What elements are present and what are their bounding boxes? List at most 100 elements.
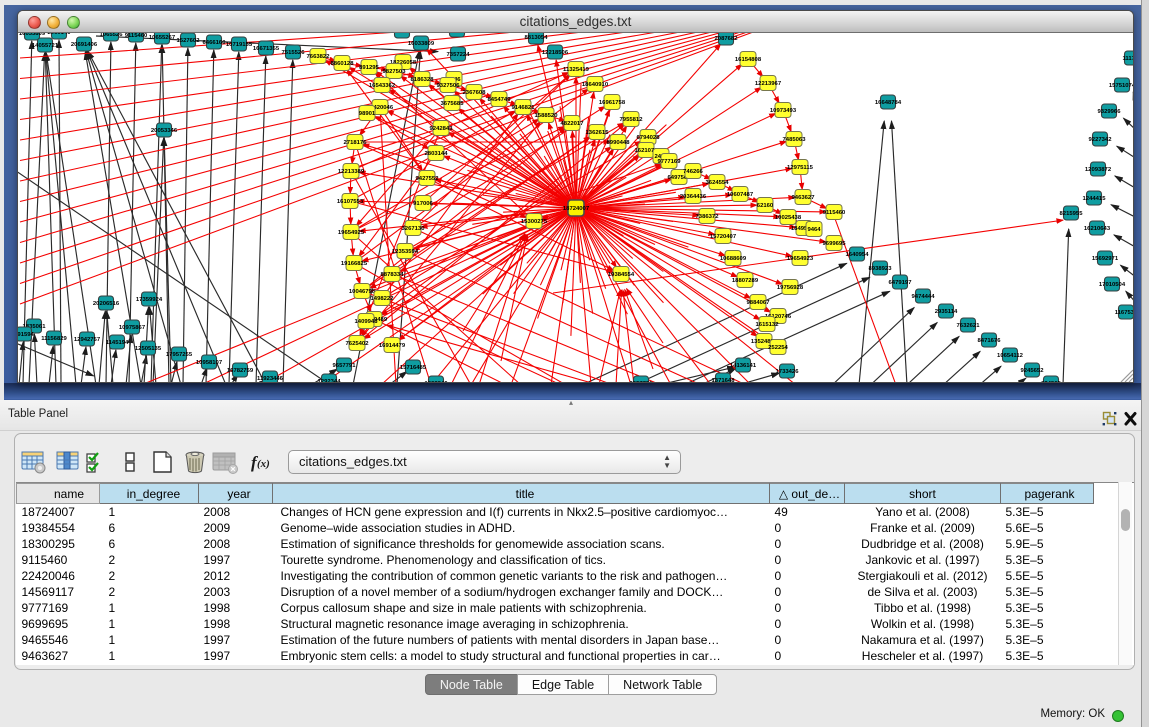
svg-text:2069140: 2069140 xyxy=(48,33,72,36)
svg-text:16671355: 16671355 xyxy=(253,46,280,52)
svg-text:7386372: 7386372 xyxy=(696,214,720,220)
svg-text:10655267: 10655267 xyxy=(149,35,176,41)
svg-text:12218506: 12218506 xyxy=(542,50,569,56)
svg-text:391594: 391594 xyxy=(18,332,35,338)
svg-text:1409948: 1409948 xyxy=(355,319,379,325)
svg-text:12975115: 12975115 xyxy=(787,165,814,171)
svg-text:8860128: 8860128 xyxy=(331,61,355,67)
svg-text:7357224: 7357224 xyxy=(447,52,471,58)
svg-text:9463627: 9463627 xyxy=(792,195,816,201)
svg-text:(x): (x) xyxy=(257,458,270,470)
svg-text:10719155: 10719155 xyxy=(226,42,253,48)
svg-text:19756928: 19756928 xyxy=(777,285,804,291)
svg-text:6479197: 6479197 xyxy=(889,280,913,286)
svg-text:924565: 924565 xyxy=(1041,381,1061,383)
svg-text:4822017: 4822017 xyxy=(561,121,585,127)
svg-text:7515526: 7515526 xyxy=(282,50,306,56)
svg-text:20364436: 20364436 xyxy=(680,194,707,200)
svg-text:98901: 98901 xyxy=(359,111,376,117)
svg-text:19166825: 19166825 xyxy=(341,261,368,267)
svg-text:10025438: 10025438 xyxy=(775,215,802,221)
svg-text:12213967: 12213967 xyxy=(755,81,782,87)
svg-text:15720407: 15720407 xyxy=(710,234,737,240)
svg-text:9327506: 9327506 xyxy=(437,83,461,89)
svg-text:6794028: 6794028 xyxy=(637,135,661,141)
svg-text:2803144: 2803144 xyxy=(425,151,449,157)
svg-text:10046798: 10046798 xyxy=(349,289,376,295)
svg-text:11923446: 11923446 xyxy=(257,376,284,382)
svg-text:10688609: 10688609 xyxy=(720,256,747,262)
svg-text:16961758: 16961758 xyxy=(599,100,626,106)
svg-text:18640910: 18640910 xyxy=(582,82,609,88)
svg-text:3267130: 3267130 xyxy=(402,226,426,232)
svg-text:1615132: 1615132 xyxy=(756,322,780,328)
svg-text:1362615: 1362615 xyxy=(586,130,610,136)
svg-text:10607487: 10607487 xyxy=(727,192,754,198)
svg-text:16154808: 16154808 xyxy=(735,57,762,63)
svg-text:891295: 891295 xyxy=(359,65,379,71)
svg-text:8454749: 8454749 xyxy=(488,97,512,103)
svg-text:16107553: 16107553 xyxy=(337,199,364,205)
svg-text:16033809: 16033809 xyxy=(19,33,46,37)
svg-text:10975867: 10975867 xyxy=(119,325,146,331)
svg-text:1145194: 1145194 xyxy=(106,340,129,346)
svg-text:9245652: 9245652 xyxy=(1021,368,1045,374)
svg-text:7663822: 7663822 xyxy=(307,54,331,60)
svg-text:2718176: 2718176 xyxy=(344,140,368,146)
svg-text:9464: 9464 xyxy=(807,227,821,233)
svg-text:3675685: 3675685 xyxy=(441,101,465,107)
svg-text:7485063: 7485063 xyxy=(783,137,807,143)
svg-text:8471676: 8471676 xyxy=(978,338,1002,344)
svg-text:16914479: 16914479 xyxy=(379,343,406,349)
svg-text:8878334: 8878334 xyxy=(381,272,405,278)
svg-text:11156829: 11156829 xyxy=(41,336,67,342)
svg-text:10958107: 10958107 xyxy=(196,360,223,366)
svg-text:16648784: 16648784 xyxy=(875,100,902,106)
svg-text:2935114: 2935114 xyxy=(935,309,958,315)
svg-text:1733426: 1733426 xyxy=(776,369,800,375)
svg-text:10654112: 10654112 xyxy=(997,353,1024,359)
svg-text:1292344: 1292344 xyxy=(318,379,342,383)
svg-text:17359924: 17359924 xyxy=(136,297,163,303)
svg-text:9242843: 9242843 xyxy=(430,126,454,132)
svg-text:9657791: 9657791 xyxy=(630,381,654,383)
svg-text:8990448: 8990448 xyxy=(607,140,631,146)
svg-text:15751074: 15751074 xyxy=(1109,83,1134,89)
svg-text:20206516: 20206516 xyxy=(93,301,120,307)
svg-text:1292346: 1292346 xyxy=(425,381,449,383)
svg-text:8938923: 8938923 xyxy=(869,266,893,272)
svg-text:15300275: 15300275 xyxy=(521,219,548,225)
svg-text:18807289: 18807289 xyxy=(732,278,759,284)
svg-text:16782759: 16782759 xyxy=(227,368,254,374)
svg-text:1498222: 1498222 xyxy=(371,296,395,302)
svg-text:1588520: 1588520 xyxy=(535,113,559,119)
svg-text:1527602: 1527602 xyxy=(177,38,201,44)
svg-text:1065526: 1065526 xyxy=(100,33,124,38)
svg-text:2087682: 2087682 xyxy=(715,36,739,42)
svg-text:19384554: 19384554 xyxy=(608,272,635,278)
svg-text:18724007: 18724007 xyxy=(563,206,590,212)
svg-text:12505135: 12505135 xyxy=(135,346,162,352)
svg-text:252254: 252254 xyxy=(768,345,788,351)
svg-text:17010504: 17010504 xyxy=(1099,282,1126,288)
svg-text:6466160: 6466160 xyxy=(203,40,227,46)
svg-text:14136141: 14136141 xyxy=(730,363,757,369)
svg-text:1640954: 1640954 xyxy=(846,252,870,258)
svg-text:9227342: 9227342 xyxy=(1089,137,1113,143)
svg-text:7625402: 7625402 xyxy=(346,341,370,347)
svg-text:16033809: 16033809 xyxy=(408,41,435,47)
svg-text:111753: 111753 xyxy=(1122,56,1134,62)
svg-text:9115460: 9115460 xyxy=(125,33,148,39)
svg-text:917006: 917006 xyxy=(413,201,433,207)
svg-text:15716485: 15716485 xyxy=(400,365,427,371)
svg-text:9827503: 9827503 xyxy=(383,69,407,75)
svg-text:1167533: 1167533 xyxy=(1115,310,1134,316)
svg-text:8813054: 8813054 xyxy=(525,35,549,41)
svg-text:15692971: 15692971 xyxy=(1092,256,1119,262)
svg-text:10973493: 10973493 xyxy=(770,108,797,114)
svg-text:11325419: 11325419 xyxy=(563,67,590,73)
svg-text:8186328: 8186328 xyxy=(411,77,435,83)
svg-text:9146821: 9146821 xyxy=(512,105,536,111)
svg-text:14055721: 14055721 xyxy=(32,43,59,49)
svg-text:746266: 746266 xyxy=(683,169,703,175)
